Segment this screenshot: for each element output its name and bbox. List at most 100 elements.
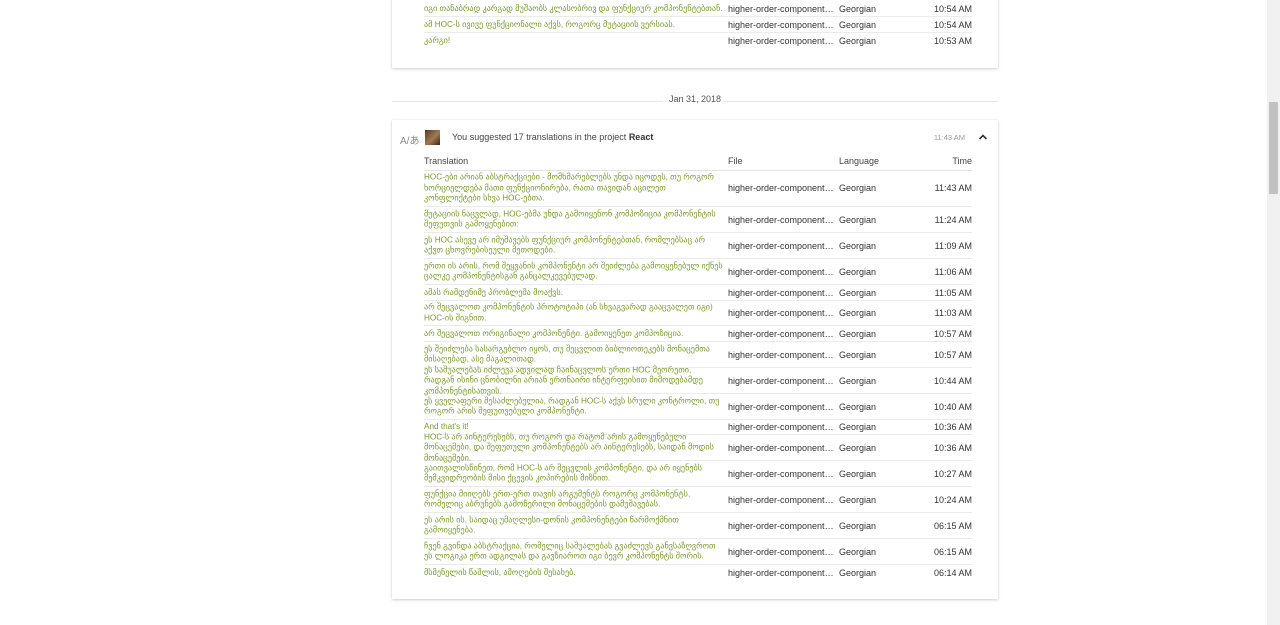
file-cell: higher-order-components...: [728, 442, 836, 453]
translation-link[interactable]: ეს საშუალებას იძლევა ადვილად ჩაინაცვლოს …: [424, 365, 724, 397]
time-cell: 10:36 AM: [933, 422, 972, 432]
table-row: ამას რამდენიმე პრობლემა მოაქვს. higher-o…: [424, 285, 972, 301]
column-header-translation: Translation: [424, 156, 469, 166]
project-link[interactable]: React: [629, 132, 654, 142]
language-cell: Georgian: [839, 266, 877, 277]
language-cell: Georgian: [839, 468, 877, 479]
file-cell: higher-order-components...: [728, 401, 836, 412]
file-cell: higher-order-components...: [728, 287, 836, 298]
time-cell: 06:15 AM: [933, 546, 972, 557]
divider: [392, 101, 666, 102]
translation-link[interactable]: ჩვენ გვინდა აბსტრაქცია, რომელიც საშუალებ…: [424, 541, 724, 562]
language-cell: Georgian: [839, 214, 877, 225]
translation-link[interactable]: ეს არის ის, საიდაც უმაღლესი-დონის კომპონ…: [424, 515, 724, 536]
language-cell: Georgian: [839, 349, 877, 360]
time-cell: 11:43 AM: [934, 183, 972, 193]
language-cell: Georgian: [839, 328, 877, 339]
translation-link[interactable]: ეს HOC ასევე არ იმუშავებს ფუნქციურ კომპო…: [424, 235, 724, 256]
scrollbar-thumb[interactable]: [1269, 102, 1278, 194]
translation-link[interactable]: ერთი ის არის, რომ შეყვანის კომპონენტი არ…: [424, 261, 724, 282]
translation-link[interactable]: მუტაციის ნაცვლად, HOC-ებმა უნდა გამოიყენ…: [424, 209, 724, 230]
time-cell: 11:24 AM: [934, 214, 972, 225]
table-row: ეს ყველაფერი შესაძლებელია, რადგან HOC-ს …: [424, 394, 972, 420]
time-cell: 11:03 AM: [934, 308, 972, 318]
language-cell: Georgian: [839, 287, 877, 298]
language-cell: Georgian: [839, 401, 877, 412]
file-cell: higher-order-components...: [728, 266, 836, 277]
table-row: ეს არის ის, საიდაც უმაღლესი-დონის კომპონ…: [424, 513, 972, 539]
translation-link[interactable]: HOC-ები არიან აბსტრაქციები - მომხმარებლე…: [424, 172, 724, 204]
time-cell: 10:24 AM: [933, 494, 972, 505]
table-row: მსმენელის წაშლის, ამოღების შესახებ. high…: [424, 565, 972, 580]
language-cell: Georgian: [839, 3, 877, 14]
translation-link[interactable]: არ შეცვალოთ კომპონენტის პროტოტიპი (ან სხ…: [424, 303, 724, 324]
activity-header: A/あ You suggested 17 translations in the…: [392, 129, 998, 147]
time-cell: 10:54 AM: [933, 3, 972, 14]
file-cell: higher-order-components...: [728, 494, 836, 505]
table-row: ეს საშუალებას იძლევა ადვილად ჩაინაცვლოს …: [424, 365, 972, 397]
time-cell: 10:36 AM: [933, 442, 972, 453]
table-row: HOC-ები არიან აბსტრაქციები - მომხმარებლე…: [424, 170, 972, 207]
language-cell: Georgian: [839, 520, 877, 531]
language-cell: Georgian: [839, 442, 877, 453]
column-header-file: File: [728, 156, 743, 166]
chevron-up-icon[interactable]: [977, 131, 989, 143]
translation-link[interactable]: არ შეცვალოთ ორიგინალი კომპონენტი. გამოიყ…: [424, 328, 724, 339]
table-row: ამ HOC-ს ივივე ფუნქციონალი აქვს, როგორც …: [424, 17, 972, 33]
file-cell: higher-order-components...: [728, 422, 836, 432]
translation-link[interactable]: გაითვალისწინეთ, რომ HOC-ს არ შეცვლის კომ…: [424, 463, 724, 484]
table-header: Translation File Language Time: [424, 156, 972, 171]
table-row: არ შეცვალოთ ორიგინალი კომპონენტი. გამოიყ…: [424, 326, 972, 342]
table-row: გაითვალისწინეთ, რომ HOC-ს არ შეცვლის კომ…: [424, 461, 972, 487]
file-cell: higher-order-components...: [728, 520, 836, 531]
time-cell: 10:54 AM: [933, 19, 972, 30]
language-cell: Georgian: [839, 546, 877, 557]
language-cell: Georgian: [839, 240, 877, 251]
translation-link[interactable]: ფუნქცია მიიღებს ერთ-ერთ თავის არგუმენტს …: [424, 489, 724, 510]
translation-link[interactable]: იგი თანაბრად კარგად მუშაობს კლასობრივ და…: [424, 3, 724, 14]
file-cell: higher-order-components...: [728, 468, 836, 479]
file-cell: higher-order-components...: [728, 567, 836, 578]
language-cell: Georgian: [839, 375, 877, 386]
page-scrollbar[interactable]: [1267, 0, 1280, 625]
language-cell: Georgian: [839, 494, 877, 505]
activity-time: 11:43 AM: [933, 133, 965, 142]
file-cell: higher-order-components...: [728, 308, 836, 318]
date-label: Jan 31, 2018: [662, 94, 728, 104]
time-cell: 10:44 AM: [933, 375, 972, 386]
avatar[interactable]: [425, 130, 440, 145]
activity-summary-text: You suggested 17 translations in the pro…: [452, 132, 627, 142]
divider: [724, 101, 998, 102]
file-cell: higher-order-components...: [728, 240, 836, 251]
translation-link[interactable]: ეს შეიძლება სასარგებლო იყოს, თუ შეცვლით …: [424, 344, 724, 365]
file-cell: higher-order-components...: [728, 3, 836, 14]
date-separator: Jan 31, 2018: [392, 94, 998, 108]
file-cell: higher-order-components...: [728, 349, 836, 360]
time-cell: 10:27 AM: [933, 468, 972, 479]
file-cell: higher-order-components...: [728, 328, 836, 339]
table-row: მუტაციის ნაცვლად, HOC-ებმა უნდა გამოიყენ…: [424, 207, 972, 233]
file-cell: higher-order-components...: [728, 35, 836, 46]
column-header-time: Time: [952, 156, 972, 166]
time-cell: 10:57 AM: [933, 328, 972, 339]
activity-card-previous: იგი თანაბრად კარგად მუშაობს კლასობრივ და…: [392, 0, 998, 68]
translation-link[interactable]: HOC-ს არ აინტერესებს, თუ როგორ და რატომ …: [424, 432, 724, 464]
time-cell: 06:14 AM: [933, 567, 972, 578]
language-cell: Georgian: [839, 183, 877, 193]
translation-link[interactable]: ამ HOC-ს ივივე ფუნქციონალი აქვს, როგორც …: [424, 19, 724, 30]
time-cell: 10:53 AM: [933, 35, 972, 46]
translation-link[interactable]: And that's it!: [424, 422, 724, 433]
translation-link[interactable]: ეს ყველაფერი შესაძლებელია, რადგან HOC-ს …: [424, 396, 724, 417]
translation-link[interactable]: კარგი!: [424, 35, 724, 46]
translate-icon: A/あ: [400, 136, 420, 147]
language-cell: Georgian: [839, 567, 877, 578]
language-cell: Georgian: [839, 308, 877, 318]
translation-link[interactable]: ამას რამდენიმე პრობლემა მოაქვს.: [424, 287, 724, 298]
file-cell: higher-order-components...: [728, 183, 836, 193]
table-row: იგი თანაბრად კარგად მუშაობს კლასობრივ და…: [424, 1, 972, 17]
translation-link[interactable]: მსმენელის წაშლის, ამოღების შესახებ.: [424, 567, 724, 578]
table-row: ეს HOC ასევე არ იმუშავებს ფუნქციურ კომპო…: [424, 233, 972, 259]
file-cell: higher-order-components...: [728, 214, 836, 225]
table-row: ფუნქცია მიიღებს ერთ-ერთ თავის არგუმენტს …: [424, 487, 972, 513]
table-row: ჩვენ გვინდა აბსტრაქცია, რომელიც საშუალებ…: [424, 539, 972, 565]
